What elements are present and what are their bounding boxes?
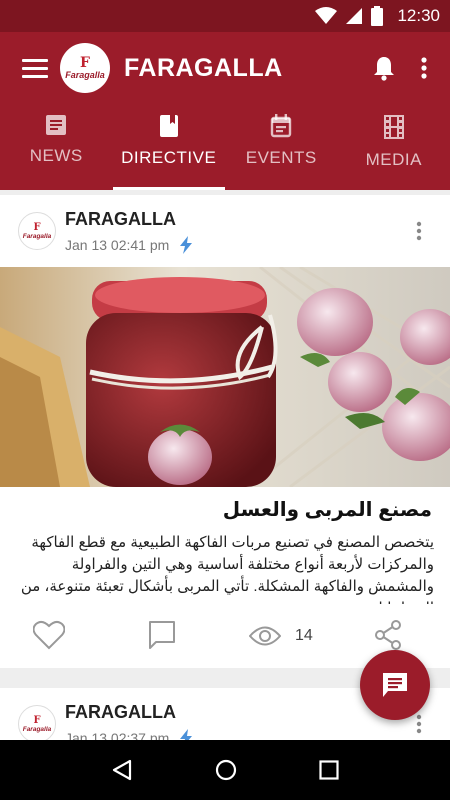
post-header: F Faragalla FARAGALLA Jan 13 02:41 pm: [0, 195, 450, 267]
post-card[interactable]: F Faragalla FARAGALLA Jan 13 02:41 pm مص…: [0, 195, 450, 668]
post-more-icon[interactable]: [416, 714, 422, 739]
avatar-text: Faragalla: [22, 232, 52, 240]
tab-events[interactable]: EVENTS: [225, 104, 338, 190]
tab-label: EVENTS: [245, 148, 317, 167]
post-meta: Jan 13 02:41 pm: [65, 235, 193, 254]
tab-directive[interactable]: DIRECTIVE: [112, 104, 226, 190]
heart-icon[interactable]: [33, 620, 65, 650]
post-title[interactable]: مصنع المربى والعسل: [0, 487, 450, 522]
views-count: 14: [295, 627, 313, 644]
tab-media[interactable]: MEDIA: [338, 104, 450, 190]
logo-mark: F: [80, 55, 90, 71]
author-block: FARAGALLA Jan 13 02:41 pm: [65, 209, 193, 254]
post-author[interactable]: FARAGALLA: [65, 702, 193, 723]
author-block: FARAGALLA Jan 13 02:37 pm: [65, 702, 193, 741]
post-body: يتخصص المصنع في تصنيع مربات الفاكهة الطب…: [20, 534, 434, 604]
avatar-mark: F: [33, 714, 41, 726]
calendar-icon: [271, 114, 292, 138]
bell-icon[interactable]: [364, 48, 404, 88]
home-icon[interactable]: [215, 759, 237, 781]
film-icon: [383, 115, 404, 139]
logo-text: Faragalla: [65, 70, 105, 80]
author-avatar[interactable]: F Faragalla: [18, 705, 56, 740]
app-bar: F Faragalla FARAGALLA NEWS DIRECTIVE EVE…: [0, 32, 450, 190]
tab-news[interactable]: NEWS: [0, 104, 113, 190]
tab-label: DIRECTIVE: [121, 148, 217, 167]
system-nav-bar: [0, 740, 450, 800]
article-icon: [46, 115, 67, 135]
message-icon: [383, 673, 407, 697]
post-date: Jan 13 02:41 pm: [65, 236, 170, 253]
tab-bar: NEWS DIRECTIVE EVENTS MEDIA: [0, 104, 450, 190]
recents-icon[interactable]: [319, 760, 339, 780]
status-time: 12:30: [397, 6, 440, 25]
status-bar: 12:30: [0, 0, 450, 32]
wifi-icon: [315, 7, 338, 24]
post-more-icon[interactable]: [416, 221, 422, 246]
menu-icon[interactable]: [22, 58, 48, 78]
app-logo: F Faragalla: [60, 43, 110, 93]
chat-fab[interactable]: [360, 650, 430, 720]
avatar-mark: F: [33, 221, 41, 233]
tab-label: NEWS: [29, 146, 83, 165]
comment-icon[interactable]: [148, 620, 176, 650]
app-title: FARAGALLA: [124, 53, 283, 82]
eye-icon: [249, 626, 281, 646]
tab-label: MEDIA: [365, 150, 422, 169]
more-vertical-icon[interactable]: [404, 48, 444, 88]
battery-icon: [371, 6, 384, 26]
lightning-icon: [180, 728, 193, 740]
toolbar: F Faragalla FARAGALLA: [0, 32, 450, 104]
signal-icon: [346, 8, 363, 24]
author-avatar[interactable]: F Faragalla: [18, 212, 56, 250]
post-meta: Jan 13 02:37 pm: [65, 728, 193, 741]
back-icon[interactable]: [111, 759, 133, 781]
post-image[interactable]: [0, 267, 450, 487]
post-author[interactable]: FARAGALLA: [65, 209, 193, 230]
share-icon[interactable]: [374, 620, 402, 650]
lightning-icon: [180, 235, 193, 254]
book-icon: [159, 115, 178, 137]
avatar-text: Faragalla: [22, 725, 52, 733]
post-date: Jan 13 02:37 pm: [65, 729, 170, 741]
